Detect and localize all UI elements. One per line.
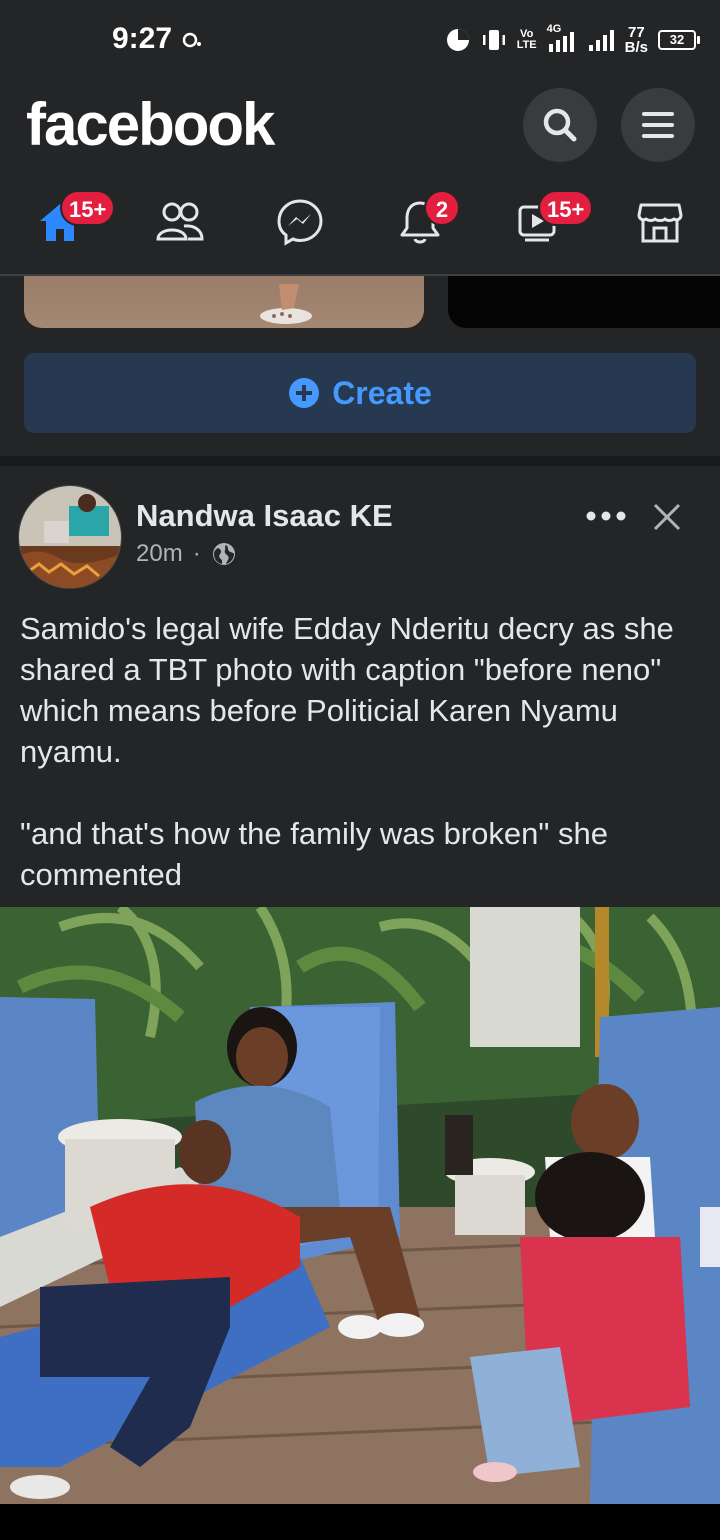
post-author[interactable]: Nandwa Isaac KE	[136, 498, 393, 534]
tab-bar: 15+ 2 15+	[0, 180, 720, 276]
post-time[interactable]: 20m	[136, 540, 183, 568]
shop-icon	[637, 203, 683, 243]
avatar-photo	[19, 486, 121, 588]
tab-messenger[interactable]	[270, 192, 330, 252]
network-speed: 77 B/s	[624, 24, 648, 56]
facebook-logo[interactable]: facebook	[26, 90, 275, 159]
close-icon[interactable]	[650, 500, 684, 534]
signal-4g-icon: 4G	[547, 23, 577, 54]
post-photo	[0, 907, 720, 1504]
app-header: facebook	[0, 80, 720, 180]
system-nav-bar	[0, 1504, 720, 1540]
story-card[interactable]	[448, 276, 720, 328]
battery-tip	[697, 36, 700, 44]
story-thumbnail	[260, 284, 312, 324]
status-time: 9:27	[112, 22, 173, 55]
globe-icon[interactable]	[211, 541, 237, 567]
tab-friends[interactable]	[150, 192, 210, 252]
post-text: Samido's legal wife Edday Nderitu decry …	[20, 611, 674, 892]
avatar[interactable]	[18, 485, 122, 589]
messenger-icon	[277, 199, 323, 246]
vibrate-icon	[482, 30, 505, 50]
friends-icon	[156, 202, 204, 241]
notifications-badge: 2	[424, 190, 460, 226]
search-button[interactable]	[523, 88, 597, 162]
tab-marketplace[interactable]	[630, 192, 690, 252]
status-bar: 9:27 Vo LTE 4G 77 B/s 32	[0, 0, 720, 80]
search-icon	[543, 108, 577, 142]
story-card[interactable]	[24, 276, 424, 328]
battery-indicator: 32	[658, 30, 700, 50]
home-badge: 15+	[60, 190, 116, 226]
create-story-button[interactable]: Create	[24, 353, 696, 433]
notification-dot-icon	[182, 32, 201, 48]
data-saver-icon	[446, 29, 469, 51]
post-meta: 20m ·	[136, 540, 237, 568]
feed-divider	[0, 456, 720, 466]
create-label: Create	[332, 374, 432, 411]
more-options-button[interactable]	[584, 500, 628, 532]
hamburger-menu-icon	[642, 112, 674, 138]
post-image[interactable]	[0, 907, 720, 1504]
status-icons: Vo LTE 4G 77 B/s 32	[445, 18, 700, 62]
menu-button[interactable]	[621, 88, 695, 162]
battery-level: 32	[658, 30, 696, 50]
meta-separator: ·	[192, 540, 201, 567]
more-dots-icon	[586, 511, 626, 521]
signal-icon	[588, 30, 614, 51]
watch-badge: 15+	[538, 190, 594, 226]
volte-indicator: Vo LTE	[516, 28, 537, 51]
plus-circle-icon	[289, 378, 320, 408]
